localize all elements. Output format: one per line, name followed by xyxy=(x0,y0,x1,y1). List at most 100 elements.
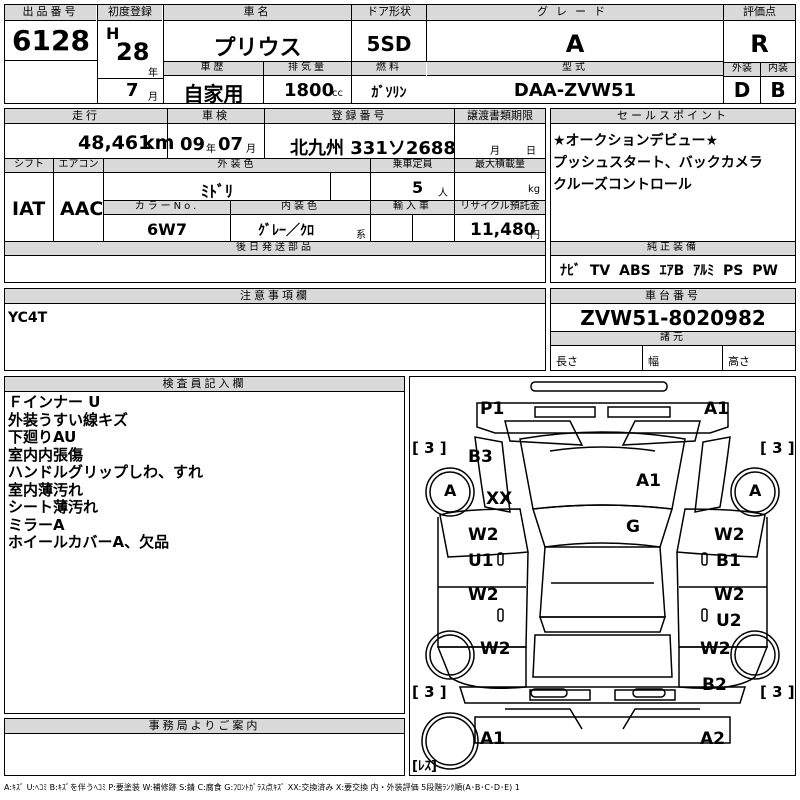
sales-point-2: プッシュスタート、バックカメラ xyxy=(553,155,763,171)
equip-airbag: ｴｱB xyxy=(659,263,685,279)
inspection-year: 09 xyxy=(180,134,206,155)
dim-height-label: 高さ xyxy=(728,355,750,368)
ext-color: ﾐﾄﾞﾘ xyxy=(200,182,233,201)
capacity-unit: 人 xyxy=(438,188,448,199)
diag-u1: U1 xyxy=(468,551,494,571)
transfer-header: 譲渡書類期限 xyxy=(455,109,545,124)
import-header: 輸入車 xyxy=(371,201,454,215)
diag-a1-hood: A1 xyxy=(636,471,661,491)
equipment-list: ﾅﾋﾞ TV ABS ｴｱB ｱﾙﾐ PS PW xyxy=(560,260,778,280)
spare-label: [ﾚｽ] xyxy=(412,759,437,774)
inspector-note-8: ミラーA xyxy=(8,515,65,534)
inspection-header: 車検 xyxy=(168,109,264,124)
equip-ps: PS xyxy=(723,263,744,279)
displacement-unit: cc xyxy=(332,88,343,99)
mileage-unit: km xyxy=(142,132,175,154)
transfer-month-unit: 月 xyxy=(490,146,500,157)
inspector-note-7: シート薄汚れ xyxy=(8,498,99,516)
diag-u2: U2 xyxy=(716,611,742,631)
inspector-note-2: 外装うすい線キズ xyxy=(8,410,129,429)
diag-b1: B1 xyxy=(716,551,741,571)
int-color: ｸﾞﾚｰ／ｸﾛ xyxy=(258,223,314,239)
exterior-header: 外装 xyxy=(724,63,760,77)
history: 自家用 xyxy=(183,82,244,106)
inspector-note-9: ホイールカバーA、欠品 xyxy=(8,533,170,551)
int-color-header: 内装色 xyxy=(231,201,370,215)
color-no-header: カラーNo. xyxy=(104,201,230,215)
reg-no-header: 登録番号 xyxy=(265,109,454,124)
sales-point-header: セールスポイント xyxy=(551,109,795,124)
equip-tv: TV xyxy=(589,263,611,279)
displacement-header: 排気量 xyxy=(264,62,351,76)
dim-length-label: 長さ xyxy=(556,355,578,368)
diag-w2-lr: W2 xyxy=(468,585,499,605)
diag-a2-rear: A2 xyxy=(700,729,725,749)
history-header: 車歴 xyxy=(164,62,263,76)
diag-w2-lf: W2 xyxy=(468,525,499,545)
diag-b3: B3 xyxy=(468,447,493,467)
tread-rr: [ 3 ] xyxy=(760,683,795,701)
diag-a1-front: A1 xyxy=(704,399,729,419)
inspector-note-1: Ｆインナー U xyxy=(8,393,101,411)
reg-month-unit: 月 xyxy=(148,92,158,103)
diag-w2-rf: W2 xyxy=(714,525,745,545)
diag-g: G xyxy=(626,517,640,537)
shift-header: シフト xyxy=(5,159,53,173)
inspector-note-6: 室内薄汚れ xyxy=(8,480,84,499)
aircon-header: エアコン xyxy=(54,159,103,173)
grade-header: グレード xyxy=(427,5,723,21)
diag-a1-rear: A1 xyxy=(480,729,505,749)
int-color-suffix: 系 xyxy=(356,230,366,241)
inspection-month: 07 xyxy=(218,134,244,155)
fuel-header: 燃料 xyxy=(352,62,426,76)
dim-width-label: 幅 xyxy=(648,355,659,368)
inspector-header: 検査員記入欄 xyxy=(5,377,404,392)
tread-fl: [ 3 ] xyxy=(412,439,447,457)
inspector-note-4: 室内内張傷 xyxy=(8,445,84,464)
first-reg-header: 初度登録 xyxy=(98,5,162,21)
interior-score: B xyxy=(770,78,786,102)
inspection-year-unit: 年 xyxy=(206,144,216,155)
transfer-day-unit: 日 xyxy=(526,146,536,157)
door-type: 5SD xyxy=(366,32,412,56)
equip-pw: PW xyxy=(752,263,778,279)
color-no: 6W7 xyxy=(147,220,187,239)
aircon: AAC xyxy=(60,198,104,220)
reg-no: 北九州 331ソ2688 xyxy=(290,138,456,159)
inspector-note-5: ハンドルグリップしわ、すれ xyxy=(8,463,204,481)
car-name-header: 車名 xyxy=(164,5,351,21)
reg-year-unit: 年 xyxy=(148,68,158,79)
notes-header: 注意事項欄 xyxy=(5,289,545,304)
grade: A xyxy=(565,30,585,58)
lot-no: 6128 xyxy=(12,24,90,57)
equip-alloy: ｱﾙﾐ xyxy=(693,263,715,279)
mileage: 48,461 xyxy=(78,132,152,154)
diag-tire-fl: A xyxy=(444,481,457,500)
car-name: プリウス xyxy=(213,36,302,61)
office-header: 事務局よりご案内 xyxy=(5,719,404,734)
score-header: 評価点 xyxy=(724,5,795,21)
fuel: ｶﾞｿﾘﾝ xyxy=(371,85,407,101)
diag-w2-lq: W2 xyxy=(480,639,511,659)
later-parts-header: 後日発送部品 xyxy=(5,242,545,256)
interior-header: 内装 xyxy=(761,63,795,77)
sales-point-1: ★オークションデビュー★ xyxy=(553,133,719,149)
model-header: 型式 xyxy=(427,62,723,76)
tread-rl: [ 3 ] xyxy=(412,683,447,701)
car-diagram-drawing xyxy=(421,381,780,770)
inspector-note-3: 下廻りAU xyxy=(8,428,77,446)
mileage-header: 走行 xyxy=(5,109,167,124)
score: R xyxy=(750,30,769,58)
equip-navi: ﾅﾋﾞ xyxy=(560,263,581,279)
diag-w2-rr: W2 xyxy=(714,585,745,605)
reg-year: 28 xyxy=(116,38,150,66)
model: DAA-ZVW51 xyxy=(513,80,637,101)
chassis-header: 車台番号 xyxy=(551,289,795,304)
tread-fr: [ 3 ] xyxy=(760,439,795,457)
inspector-notes: Ｆインナー U 外装うすい線キズ 下廻りAU 室内内張傷 ハンドルグリップしわ、… xyxy=(8,393,204,552)
diag-p1: P1 xyxy=(480,399,505,419)
car-diagram: P1 A1 B3 XX A1 G W2 U1 W2 B1 W2 W2 U2 W2… xyxy=(409,376,796,776)
capacity-header: 乗車定員 xyxy=(371,159,454,173)
recycle-unit: 円 xyxy=(530,230,540,241)
diag-tire-fr: A xyxy=(749,481,762,500)
